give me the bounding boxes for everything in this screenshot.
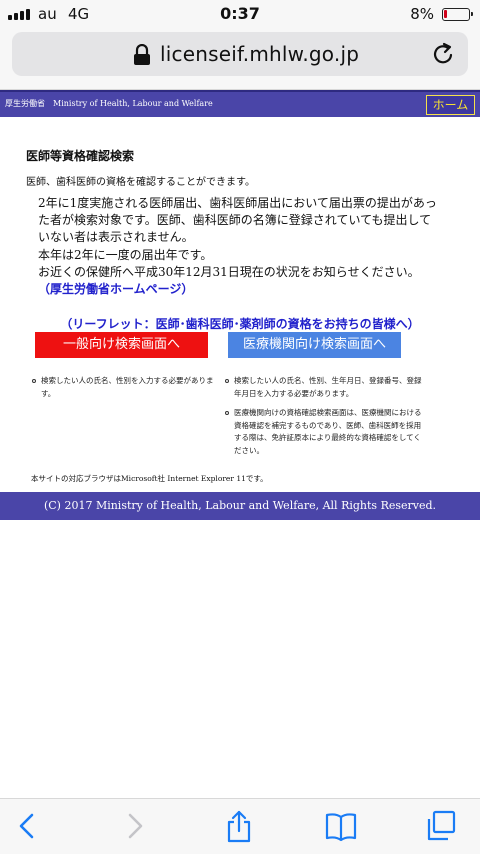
forward-icon[interactable]	[118, 809, 150, 843]
tabs-icon[interactable]	[425, 809, 457, 843]
home-button[interactable]: ホーム	[426, 95, 475, 115]
lock-icon	[134, 44, 150, 65]
notice-text-3: お近くの保健所へ平成30年12月31日現在の状況をお知らせください。	[38, 264, 420, 279]
notice-block: 2年に1度実施される医師届出、歯科医師届出において届出票の提出があった者が検索対…	[38, 195, 438, 298]
battery-icon	[442, 8, 473, 21]
battery-percentage: 8%	[410, 5, 434, 23]
address-bar[interactable]: licenseif.mhlw.go.jp	[12, 32, 468, 76]
general-note-text: 検索したい人の氏名、性別を入力する必要があります。	[41, 376, 214, 398]
browser-address-area: licenseif.mhlw.go.jp	[0, 28, 480, 90]
mhlw-homepage-link[interactable]: （厚生労働省ホームページ）	[38, 282, 193, 296]
back-icon[interactable]	[12, 809, 44, 843]
site-footer: (C) 2017 Ministry of Health, Labour and …	[0, 492, 480, 520]
browser-support-note: 本サイトの対応ブラウザはMicrosoft社 Internet Explorer…	[31, 474, 268, 483]
medical-note-text-1: 検索したい人の氏名、性別、生年月日、登録番号、登録年月日を入力する必要があります…	[234, 376, 422, 398]
status-time: 0:37	[220, 4, 260, 23]
browser-toolbar	[0, 798, 480, 854]
bullet-icon	[225, 411, 229, 415]
reload-icon[interactable]	[430, 41, 456, 67]
bullet-icon	[32, 379, 36, 383]
medical-search-caution: 医療機関向けの資格確認検索画面は、医療機関における資格確認を補完するものであり、…	[225, 407, 425, 457]
bookmarks-icon[interactable]	[325, 809, 357, 843]
notice-text-1: 2年に1度実施される医師届出、歯科医師届出において届出票の提出があった者が検索対…	[38, 196, 437, 245]
medical-note-text-2: 医療機関向けの資格確認検索画面は、医療機関における資格確認を補完するものであり、…	[234, 408, 422, 455]
copyright-text: (C) 2017 Ministry of Health, Labour and …	[43, 499, 437, 512]
medical-search-note: 検索したい人の氏名、性別、生年月日、登録番号、登録年月日を入力する必要があります…	[225, 375, 425, 400]
notice-text-2: 本年は2年に一度の届出年です。	[38, 247, 213, 262]
status-bar: au 4G 0:37 8%	[0, 0, 480, 28]
page-title: 医師等資格確認検索	[26, 149, 135, 163]
medical-institution-search-button[interactable]: 医療機関向け検索画面へ	[228, 332, 401, 358]
share-icon[interactable]	[223, 809, 255, 843]
ministry-name: 厚生労働省 Ministry of Health, Labour and Wel…	[5, 99, 213, 108]
url-text: licenseif.mhlw.go.jp	[160, 42, 360, 66]
leaflet-link[interactable]: （リーフレット：医師･歯科医師･薬剤師の資格をお持ちの皆様へ）	[0, 315, 480, 332]
general-search-note: 検索したい人の氏名、性別を入力する必要があります。	[32, 375, 217, 400]
intro-text: 医師、歯科医師の資格を確認することができます。	[26, 177, 255, 188]
site-header: 厚生労働省 Ministry of Health, Labour and Wel…	[0, 90, 480, 117]
bullet-icon	[225, 379, 229, 383]
general-search-button[interactable]: 一般向け検索画面へ	[35, 332, 208, 358]
